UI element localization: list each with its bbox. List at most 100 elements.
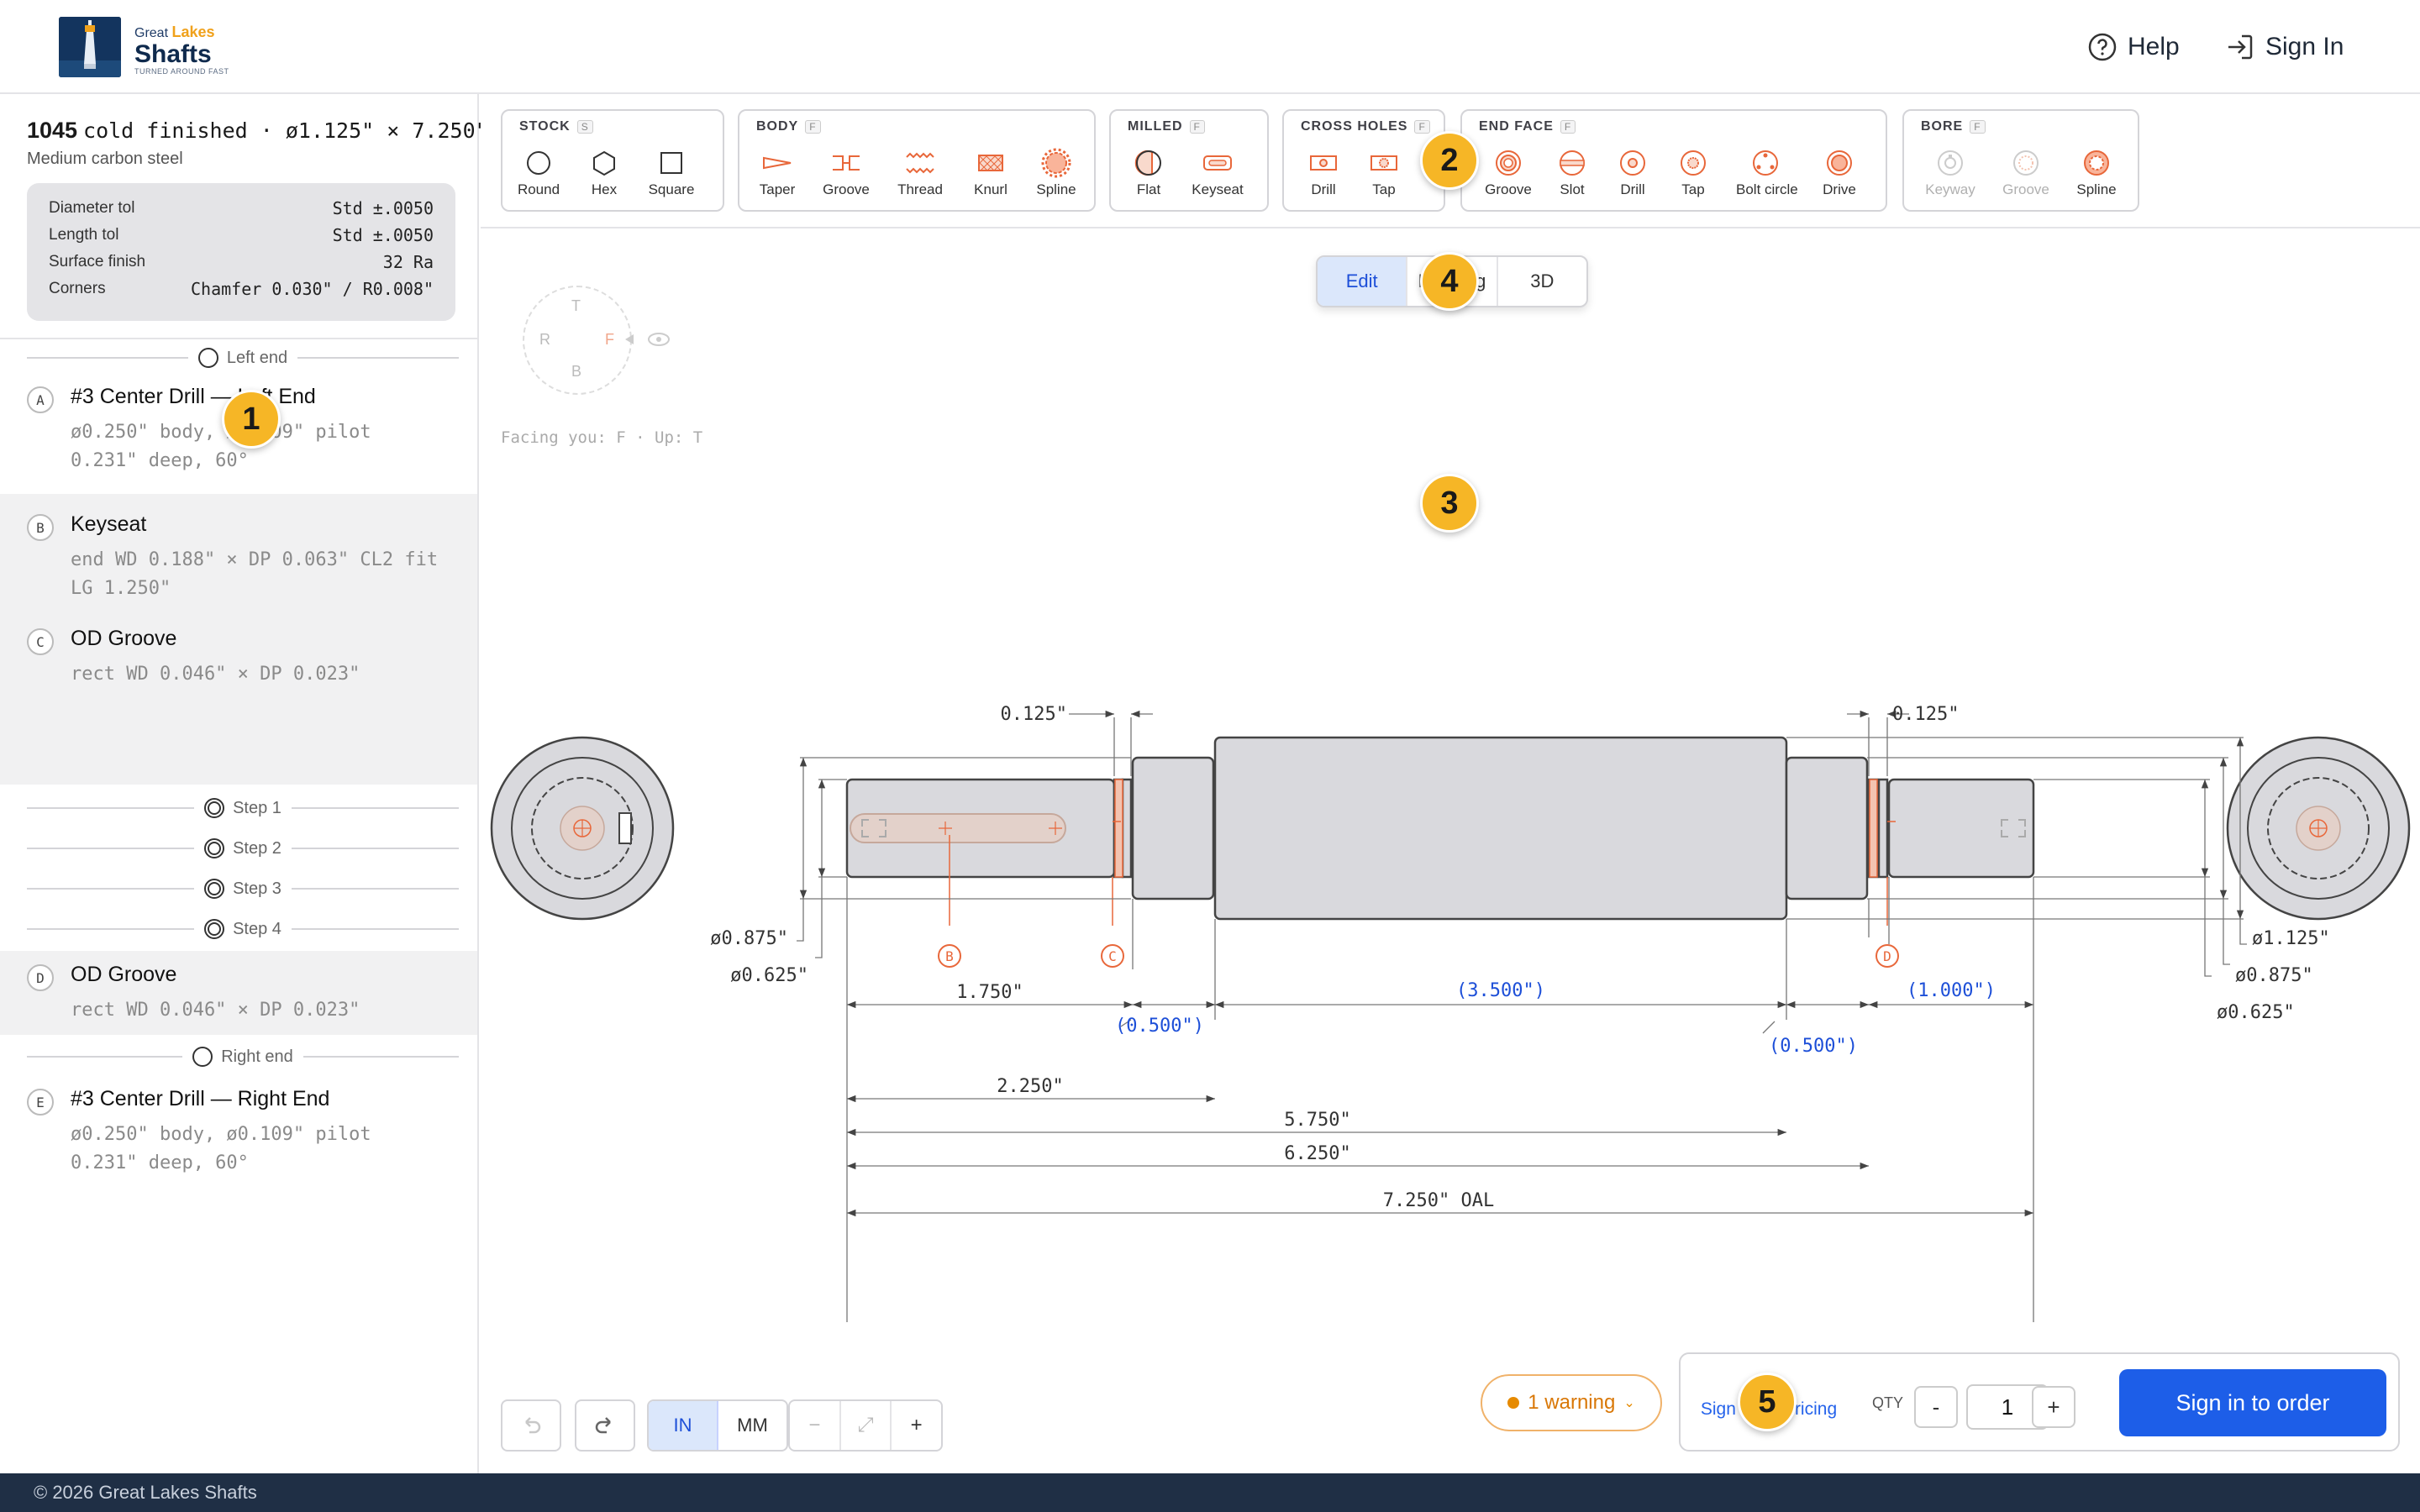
copyright: © 2026 Great Lakes Shafts [34, 1482, 257, 1503]
groove-d-feature[interactable] [1869, 779, 1878, 878]
tool-drive[interactable]: Drive [1810, 146, 1869, 198]
dim-dia-right-2[interactable]: ø0.875" [2235, 965, 2313, 986]
tool-hex[interactable]: Hex [575, 146, 634, 198]
tool-cross-drill[interactable]: Drill [1294, 146, 1353, 198]
tool-bolt-circle[interactable]: Bolt circle [1736, 146, 1798, 198]
shortcut-key: F [1414, 120, 1430, 134]
tool-face-slot[interactable]: Slot [1543, 146, 1602, 198]
sign-in-to-order-button[interactable]: Sign in to order [2119, 1369, 2386, 1436]
tool-face-drill[interactable]: Drill [1603, 146, 1662, 198]
tool-groove[interactable]: Groove [817, 146, 876, 198]
qty-decrement-button[interactable]: - [1914, 1386, 1958, 1428]
svg-text:D: D [1883, 948, 1891, 964]
qty-increment-button[interactable]: + [2032, 1386, 2075, 1428]
tool-face-tap[interactable]: Tap [1664, 146, 1723, 198]
brand-tagline: TURNED AROUND FAST [134, 67, 229, 76]
dim-dia-right-1[interactable]: ø1.125" [2252, 928, 2330, 949]
drawing-canvas[interactable]: T B R F Facing you: F · Up: T Edit Drawi… [481, 230, 2420, 1473]
tool-spline[interactable]: Spline [1027, 146, 1086, 198]
dim-dia-left-1[interactable]: ø0.875" [710, 928, 788, 949]
dim-dia-right-3[interactable]: ø0.625" [2217, 1002, 2295, 1023]
right-end-view[interactable] [2226, 736, 2411, 921]
unit-in[interactable]: IN [649, 1401, 718, 1450]
keyseat-feature[interactable] [850, 813, 1066, 843]
tool-flat[interactable]: Flat [1119, 146, 1178, 198]
tolerance-value: Std ±.0050 [332, 225, 434, 245]
shaft-drawing[interactable]: B C D 0.125" 0.125" ø0.875" ø0.625" ø1.1… [481, 230, 2420, 1322]
brand-logo[interactable] [59, 17, 121, 77]
round-icon [527, 151, 550, 175]
dim-len-3[interactable]: (3.500") [1456, 980, 1545, 1001]
left-end-view[interactable] [490, 736, 675, 921]
unit-mm[interactable]: MM [718, 1401, 786, 1450]
unit-toggle[interactable]: IN MM [647, 1399, 788, 1452]
end-circle-icon [192, 1047, 213, 1067]
tool-knurl[interactable]: Knurl [961, 146, 1020, 198]
dim-len-4[interactable]: (0.500") [1769, 1036, 1858, 1057]
tolerance-row: Surface finish 32 Ra [49, 249, 434, 276]
shortcut-key: S [576, 120, 593, 134]
zoom-fit-button[interactable]: ⤢ [841, 1401, 892, 1450]
dim-len-2[interactable]: (0.500") [1115, 1016, 1204, 1037]
brand-name: Shafts [134, 40, 212, 68]
tolerance-label: Length tol [49, 226, 119, 244]
dim-len-1[interactable]: 1.750" [956, 982, 1023, 1003]
tool-taper[interactable]: Taper [748, 146, 807, 198]
feature-tag-d[interactable]: D [1876, 944, 1899, 968]
operation-item-b[interactable]: B Keyseat end WD 0.188" × DP 0.063" CL2 … [0, 501, 477, 615]
dim-len-8[interactable]: 6.250" [1284, 1143, 1350, 1164]
tolerance-panel[interactable]: Diameter tol Std ±.0050 Length tol Std ±.0… [27, 183, 455, 321]
groove-c-feature[interactable] [1114, 779, 1123, 878]
undo-button[interactable] [501, 1399, 561, 1452]
tolerance-value: 32 Ra [382, 252, 434, 272]
tool-thread[interactable]: Thread [891, 146, 950, 198]
feature-tag-c[interactable]: C [1101, 944, 1124, 968]
help-link[interactable]: Help [2087, 29, 2180, 66]
material-description: Medium carbon steel [27, 150, 183, 168]
operation-badge: D [27, 964, 54, 991]
tolerance-value: Chamfer 0.030" / R0.008" [191, 279, 434, 299]
operations-sidebar: 1045 cold finished · ø1.125" × 7.250" Me… [0, 94, 488, 1473]
operation-item-c[interactable]: C OD Groove rect WD 0.046" × DP 0.023" [0, 615, 477, 707]
brand-accent: Lakes [171, 24, 215, 40]
redo-button[interactable] [575, 1399, 635, 1452]
tool-keyseat[interactable]: Keyseat [1188, 146, 1247, 198]
tool-bore-keyway[interactable]: Keyway [1921, 146, 1980, 198]
warning-badge[interactable]: 1 warning ⌄ [1481, 1374, 1662, 1431]
zoom-in-button[interactable]: + [892, 1401, 941, 1450]
tool-cross-tap[interactable]: Tap [1355, 146, 1413, 198]
tool-bore-groove[interactable]: Groove [1996, 146, 2055, 198]
zoom-out-button[interactable]: − [790, 1401, 841, 1450]
operation-item-e[interactable]: E #3 Center Drill — Right End ø0.250" bo… [0, 1077, 477, 1191]
dim-len-6[interactable]: 2.250" [997, 1076, 1063, 1097]
end-circle-icon [197, 348, 218, 368]
tool-bore-spline[interactable]: Spline [2067, 146, 2126, 198]
operation-name: #3 Center Drill — Left End [71, 385, 316, 408]
cross-tap-icon [1370, 155, 1397, 171]
tool-round[interactable]: Round [509, 146, 568, 198]
dim-len-5[interactable]: (1.000") [1907, 980, 1996, 1001]
step-label: Step 1 [233, 798, 281, 817]
feature-tag-b[interactable]: B [938, 944, 961, 968]
tool-square[interactable]: Square [642, 146, 701, 198]
operation-item-d[interactable]: D OD Groove rect WD 0.046" × DP 0.023" [0, 951, 477, 1035]
tool-face-groove[interactable]: Groove [1479, 146, 1538, 198]
dim-len-7[interactable]: 5.750" [1284, 1110, 1350, 1131]
face-tap-icon [1681, 150, 1706, 176]
dim-chamfer-right[interactable]: 0.125" [1892, 704, 1959, 725]
sign-in-link[interactable]: Sign In [2225, 29, 2344, 66]
svg-text:B: B [945, 948, 954, 964]
shortcut-key: F [1560, 120, 1576, 134]
toolgroup-stock: STOCK S Round Hex Square [501, 109, 724, 212]
sign-in-label: Sign In [2265, 33, 2344, 60]
dim-dia-left-2[interactable]: ø0.625" [730, 965, 808, 986]
step-circle-icon [204, 919, 225, 939]
toolgroup-title: MILLED F [1128, 119, 1205, 134]
operation-badge: A [27, 386, 54, 413]
left-end-label: Left end [226, 348, 288, 367]
operation-detail: rect WD 0.046" × DP 0.023" [71, 1000, 360, 1021]
operation-detail: 0.231" deep, 60° [71, 450, 249, 471]
dim-oal[interactable]: 7.250" OAL [1383, 1190, 1494, 1211]
dim-chamfer-left[interactable]: 0.125" [1001, 704, 1067, 725]
shortcut-key: F [1970, 120, 1986, 134]
